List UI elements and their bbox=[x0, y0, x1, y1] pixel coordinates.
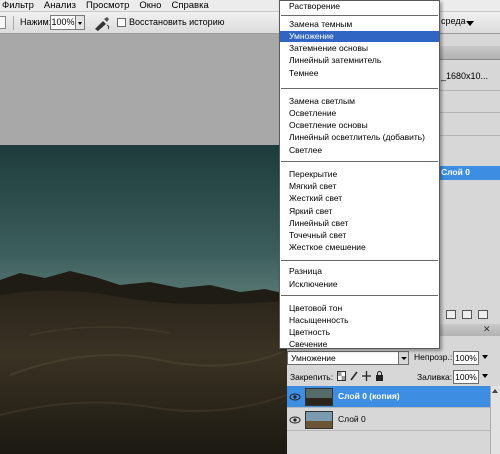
menu-separator bbox=[281, 15, 438, 16]
layer-row[interactable]: Слой 0 bbox=[287, 409, 490, 431]
fill-label: Заливка: bbox=[417, 372, 453, 382]
menu-help[interactable]: Справка bbox=[166, 0, 213, 11]
fill-input[interactable]: 100% bbox=[453, 370, 479, 384]
workspace-dropdown-icon[interactable] bbox=[466, 21, 474, 26]
menu-item[interactable]: Цветность bbox=[280, 327, 439, 338]
workspace-button[interactable]: среда bbox=[441, 16, 466, 26]
new-document-icon[interactable] bbox=[462, 310, 472, 319]
menu-item[interactable]: Осветление основы bbox=[280, 120, 439, 131]
menu-item[interactable]: Жесткий свет bbox=[280, 193, 439, 204]
menu-item[interactable]: Жесткое смешение bbox=[280, 242, 439, 253]
menu-item[interactable]: Осветление bbox=[280, 108, 439, 119]
menu-item[interactable]: Темнее bbox=[280, 68, 439, 79]
lock-pixels-icon[interactable] bbox=[350, 371, 359, 381]
eye-icon[interactable] bbox=[289, 414, 301, 426]
menu-item[interactable]: Светлее bbox=[280, 145, 439, 156]
menu-item[interactable]: Цветовой тон bbox=[280, 303, 439, 314]
trash-icon[interactable] bbox=[478, 310, 488, 319]
menu-separator bbox=[281, 260, 438, 261]
divider bbox=[438, 112, 500, 113]
lock-position-icon[interactable] bbox=[362, 371, 371, 381]
brush-preset-picker[interactable] bbox=[0, 16, 6, 29]
menu-item[interactable]: Замена светлым bbox=[280, 96, 439, 107]
menu-item[interactable]: Исключение bbox=[280, 279, 439, 290]
document-canvas[interactable] bbox=[0, 145, 287, 454]
opacity-slider-icon[interactable] bbox=[482, 355, 488, 359]
menu-item[interactable]: Линейный затемнитель bbox=[280, 55, 439, 66]
lock-label: Закрепить: bbox=[290, 372, 334, 382]
layer-name[interactable]: Слой 0 (копия) bbox=[338, 391, 400, 401]
menu-separator bbox=[281, 88, 438, 89]
pressure-label: Нажим: bbox=[20, 17, 52, 27]
menu-item[interactable]: Точечный свет bbox=[280, 230, 439, 241]
lock-transparency-icon[interactable] bbox=[337, 371, 346, 381]
menu-separator bbox=[281, 161, 438, 162]
opacity-input[interactable]: 100% bbox=[453, 351, 479, 365]
divider bbox=[438, 135, 500, 136]
menu-analysis[interactable]: Анализ bbox=[39, 0, 81, 11]
menu-item[interactable]: Линейный свет bbox=[280, 218, 439, 229]
panel-tab-bar[interactable] bbox=[438, 46, 500, 60]
menu-window[interactable]: Окно bbox=[134, 0, 166, 11]
menu-view[interactable]: Просмотр bbox=[81, 0, 134, 11]
new-snapshot-icon[interactable] bbox=[446, 310, 456, 319]
opacity-label: Непрозр.: bbox=[414, 352, 453, 362]
pressure-input[interactable]: 100% bbox=[50, 15, 76, 30]
scroll-up-icon[interactable] bbox=[492, 389, 498, 393]
menu-item[interactable]: Яркий свет bbox=[280, 206, 439, 217]
blend-mode-select[interactable]: Умножение bbox=[287, 351, 399, 365]
restore-history-checkbox[interactable] bbox=[117, 18, 126, 27]
menu-item[interactable]: Растворение bbox=[280, 1, 439, 12]
menu-item[interactable]: Замена темным bbox=[280, 19, 439, 30]
layer-name[interactable]: Слой 0 bbox=[338, 414, 366, 424]
fill-slider-icon[interactable] bbox=[482, 374, 488, 378]
panel-footer-icons bbox=[438, 308, 500, 322]
layers-scrollbar[interactable] bbox=[490, 386, 500, 454]
menu-item[interactable]: Затемнение основы bbox=[280, 43, 439, 54]
airbrush-icon[interactable] bbox=[93, 16, 111, 31]
menu-item[interactable]: Перекрытие bbox=[280, 169, 439, 180]
layer-row[interactable]: Слой 0 (копия) bbox=[287, 386, 490, 408]
layers-panel-tab-bar[interactable] bbox=[438, 324, 500, 336]
menu-item[interactable]: Умножение bbox=[280, 31, 439, 42]
panel-menu-icon[interactable]: ✕ bbox=[483, 324, 491, 335]
menu-item[interactable]: Мягкий свет bbox=[280, 181, 439, 192]
separator bbox=[13, 16, 14, 30]
menu-item[interactable]: Свечение bbox=[280, 339, 439, 348]
divider bbox=[438, 90, 500, 91]
eye-icon[interactable] bbox=[289, 391, 301, 403]
menu-filter[interactable]: Фильтр bbox=[0, 0, 39, 11]
pressure-dropdown-button[interactable] bbox=[76, 15, 85, 30]
layer-thumbnail bbox=[305, 388, 333, 406]
blend-mode-dropdown-button[interactable] bbox=[398, 351, 409, 365]
landscape-image bbox=[0, 145, 287, 454]
menu-item[interactable]: Линейный осветлитель (добавить) bbox=[280, 132, 439, 143]
blend-mode-menu: Растворение Замена темным Умножение Зате… bbox=[279, 0, 440, 349]
restore-history-label: Восстановить историю bbox=[129, 17, 225, 27]
lock-all-icon[interactable] bbox=[375, 371, 384, 381]
history-item-label: Слой 0 bbox=[441, 167, 470, 177]
menu-separator bbox=[281, 295, 438, 296]
document-dimensions: _1680x10... bbox=[441, 71, 489, 81]
layer-thumbnail bbox=[305, 411, 333, 429]
menu-item[interactable]: Насыщенность bbox=[280, 315, 439, 326]
menu-item[interactable]: Разница bbox=[280, 266, 439, 277]
